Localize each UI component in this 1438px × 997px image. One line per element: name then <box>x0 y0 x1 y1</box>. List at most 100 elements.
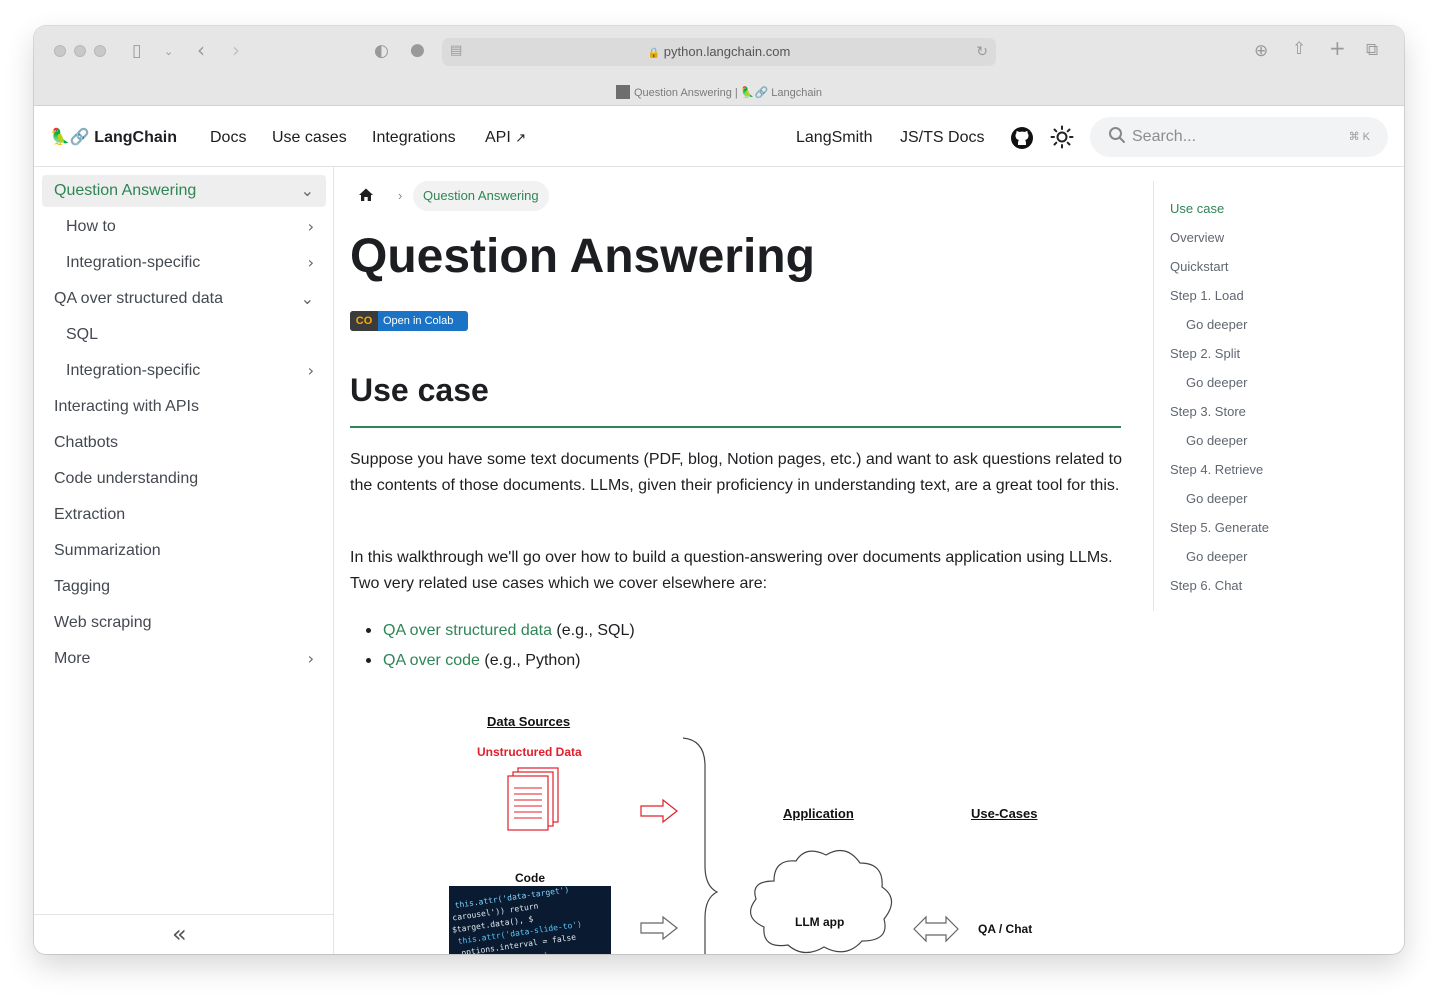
sidebar-item-interacting-apis[interactable]: Interacting with APIs <box>42 391 326 423</box>
sidebar-item-code-understanding[interactable]: Code understanding <box>42 463 326 495</box>
nav-langsmith[interactable]: LangSmith <box>796 129 873 147</box>
search-input[interactable]: Search... ⌘ K <box>1090 117 1388 157</box>
brand-logo[interactable]: 🦜🔗 LangChain <box>50 127 177 147</box>
chevron-down-icon[interactable]: ⌄ <box>301 283 314 315</box>
toc-item-quickstart[interactable]: Quickstart <box>1170 259 1229 274</box>
brand-emoji: 🦜🔗 <box>50 129 90 146</box>
toc-item-go-deeper[interactable]: Go deeper <box>1186 317 1247 332</box>
sidebar-item-extraction[interactable]: Extraction <box>42 499 326 531</box>
sidebar-item-more[interactable]: More › <box>42 643 326 675</box>
close-window-button[interactable] <box>54 45 66 57</box>
sidebar-item-question-answering[interactable]: Question Answering ⌄ <box>42 175 326 207</box>
toc-item-go-deeper[interactable]: Go deeper <box>1186 491 1247 506</box>
chevron-right-icon[interactable]: › <box>308 211 314 243</box>
breadcrumb-current[interactable]: Question Answering <box>413 181 549 211</box>
toc-item-use-case[interactable]: Use case <box>1170 201 1224 216</box>
bullet-icon <box>366 628 371 634</box>
search-placeholder: Search... <box>1132 128 1197 145</box>
toc-item-step-5[interactable]: Step 5. Generate <box>1170 520 1269 535</box>
toc-item-step-4[interactable]: Step 4. Retrieve <box>1170 462 1263 477</box>
minimize-window-button[interactable] <box>74 45 86 57</box>
sidebar-item-label: Interacting with APIs <box>54 398 199 415</box>
tab-title[interactable]: Question Answering | 🦜🔗 Langchain <box>34 85 1404 99</box>
nav-docs[interactable]: Docs <box>210 129 246 147</box>
url-text: 🔒 python.langchain.com <box>442 44 996 59</box>
sidebar-item-label: Integration-specific <box>66 362 201 379</box>
toc-item-overview[interactable]: Overview <box>1170 230 1224 245</box>
zoom-window-button[interactable] <box>94 45 106 57</box>
sidebar-footer: « <box>34 914 334 954</box>
table-of-contents: Use case Overview Quickstart Step 1. Loa… <box>1153 181 1393 611</box>
address-bar[interactable]: ▤ 🔒 python.langchain.com ↻ <box>442 38 996 66</box>
page-title: Question Answering <box>350 230 815 283</box>
sidebar-item-qa-structured-data[interactable]: QA over structured data ⌄ <box>42 283 326 315</box>
sidebar-item-how-to[interactable]: How to › <box>54 211 326 243</box>
open-in-colab-badge[interactable]: CO Open in Colab <box>350 311 468 331</box>
toc-item-step-6[interactable]: Step 6. Chat <box>1170 578 1242 593</box>
nav-integrations[interactable]: Integrations <box>372 129 456 147</box>
sidebar-item-integration-specific[interactable]: Integration-specific › <box>54 247 326 279</box>
sidebar-item-label: SQL <box>66 326 99 343</box>
theme-toggle-icon[interactable] <box>1050 125 1074 149</box>
toc-item-go-deeper[interactable]: Go deeper <box>1186 375 1247 390</box>
nav-use-cases[interactable]: Use cases <box>272 129 347 147</box>
chevron-right-icon[interactable]: › <box>308 247 314 279</box>
sidebar-toggle-icon[interactable]: ▯ <box>132 41 141 61</box>
section-title: Use case <box>350 372 489 408</box>
sidebar-item-label: Tagging <box>54 578 111 595</box>
back-icon[interactable]: ‹ <box>197 40 205 60</box>
sidebar-item-label: Question Answering <box>54 182 197 199</box>
toc-item-step-1[interactable]: Step 1. Load <box>1170 288 1244 303</box>
nav-js-docs[interactable]: JS/TS Docs <box>900 129 984 147</box>
sidebar-item-label: Web scraping <box>54 614 152 631</box>
sidebar-item-label: QA over structured data <box>54 290 223 307</box>
browser-window: ▯ ⌄ ‹ › ◐ ● ▤ 🔒 python.langchain.com ↻ ⊕… <box>34 26 1404 954</box>
sidebar-item-chatbots[interactable]: Chatbots <box>42 427 326 459</box>
toc-item-go-deeper[interactable]: Go deeper <box>1186 433 1247 448</box>
chevron-down-icon[interactable]: ⌄ <box>301 175 314 207</box>
chevron-right-icon[interactable]: › <box>308 643 314 675</box>
collapse-sidebar-icon[interactable]: « <box>172 920 187 948</box>
link-qa-structured-data[interactable]: QA over structured data <box>383 622 552 639</box>
sidebar-item-summarization[interactable]: Summarization <box>42 535 326 567</box>
forward-icon[interactable]: › <box>232 40 240 60</box>
reload-icon[interactable]: ↻ <box>976 42 988 62</box>
toc-item-go-deeper[interactable]: Go deeper <box>1186 549 1247 564</box>
sidebar-item-label: Summarization <box>54 542 161 559</box>
favicon-icon <box>615 85 630 99</box>
diagram-label-use-cases: Use-Cases <box>971 806 1038 821</box>
chevron-down-icon[interactable]: ⌄ <box>164 42 173 62</box>
sidebar-item-label: Integration-specific <box>66 254 201 271</box>
share-icon[interactable]: ⇧ <box>1292 39 1306 59</box>
list-item: QA over code (e.g., Python) <box>366 646 635 676</box>
new-tab-icon[interactable]: + <box>1329 38 1346 58</box>
colab-label: Open in Colab <box>383 315 454 327</box>
colab-logo-icon: CO <box>350 311 378 331</box>
documents-icon <box>507 767 559 831</box>
toc-item-step-2[interactable]: Step 2. Split <box>1170 346 1240 361</box>
sidebar-item-label: How to <box>66 218 116 235</box>
arrow-right-icon <box>640 915 678 941</box>
shield-icon[interactable]: ◐ <box>374 41 389 61</box>
extension-icon[interactable]: ● <box>410 40 425 60</box>
search-shortcut: ⌘ K <box>1348 131 1370 143</box>
github-icon[interactable] <box>1010 126 1034 150</box>
sidebar-item-web-scraping[interactable]: Web scraping <box>42 607 326 639</box>
bidirectional-arrow-icon <box>913 915 959 943</box>
url-value: python.langchain.com <box>663 44 791 59</box>
sidebar-item-tagging[interactable]: Tagging <box>42 571 326 603</box>
sidebar-item-sql[interactable]: SQL <box>54 319 326 351</box>
chevron-right-icon[interactable]: › <box>308 355 314 387</box>
home-icon[interactable] <box>358 187 378 207</box>
nav-api[interactable]: API ↗ <box>485 129 526 147</box>
list-item-text: (e.g., SQL) <box>551 622 635 639</box>
top-navbar: 🦜🔗 LangChain Docs Use cases Integrations… <box>34 106 1404 167</box>
tabs-overview-icon[interactable]: ⧉ <box>1366 40 1378 60</box>
list-item: QA over structured data (e.g., SQL) <box>366 616 635 646</box>
sidebar-item-integration-specific-2[interactable]: Integration-specific › <box>54 355 326 387</box>
related-list: QA over structured data (e.g., SQL) QA o… <box>366 616 635 676</box>
download-icon[interactable]: ⊕ <box>1254 41 1268 61</box>
toc-item-step-3[interactable]: Step 3. Store <box>1170 404 1246 419</box>
link-qa-code[interactable]: QA over code <box>383 652 480 669</box>
sidebar-item-label: Chatbots <box>54 434 119 451</box>
